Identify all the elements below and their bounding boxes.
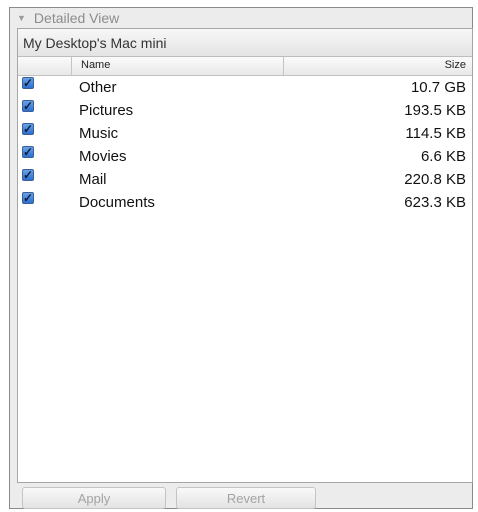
item-size: 114.5 KB bbox=[405, 125, 466, 142]
item-size: 193.5 KB bbox=[404, 102, 466, 119]
item-name: Pictures bbox=[79, 102, 134, 119]
checkbox-checked-icon[interactable]: ✓ bbox=[22, 169, 34, 181]
disclosure-label: Detailed View bbox=[33, 10, 120, 26]
item-size: 220.8 KB bbox=[404, 171, 466, 188]
checkbox-checked-icon[interactable]: ✓ bbox=[22, 146, 34, 158]
detailed-view-frame: ▼ Detailed View My Desktop's Mac mini Na… bbox=[9, 7, 473, 509]
apply-button[interactable]: Apply bbox=[22, 487, 166, 509]
checkbox-checked-icon[interactable]: ✓ bbox=[22, 123, 34, 135]
column-header-size[interactable]: Size bbox=[445, 59, 466, 71]
item-name: Other bbox=[79, 79, 117, 96]
item-name: Movies bbox=[79, 148, 127, 165]
item-list: ✓ Other 10.7 GB ✓ Pictures 193.5 KB ✓ Mu… bbox=[18, 76, 472, 214]
checkbox-checked-icon[interactable]: ✓ bbox=[22, 100, 34, 112]
item-size: 623.3 KB bbox=[404, 194, 466, 211]
panel-header: My Desktop's Mac mini bbox=[18, 29, 472, 57]
item-size: 10.7 GB bbox=[410, 79, 466, 96]
item-name: Music bbox=[79, 125, 119, 142]
items-panel: My Desktop's Mac mini Name Size ✓ Other … bbox=[17, 28, 473, 483]
panel-title: My Desktop's Mac mini bbox=[23, 34, 167, 51]
checkbox-checked-icon[interactable]: ✓ bbox=[22, 192, 34, 204]
table-row[interactable]: ✓ Mail 220.8 KB bbox=[18, 168, 472, 191]
triangle-down-icon[interactable]: ▼ bbox=[17, 13, 26, 23]
column-header-name[interactable]: Name bbox=[81, 59, 110, 71]
table-row[interactable]: ✓ Other 10.7 GB bbox=[18, 76, 472, 99]
column-separator bbox=[71, 57, 72, 75]
detailed-view-disclosure[interactable]: ▼ Detailed View bbox=[17, 9, 119, 27]
column-header-row: Name Size bbox=[18, 57, 472, 76]
table-row[interactable]: ✓ Music 114.5 KB bbox=[18, 122, 472, 145]
item-name: Mail bbox=[79, 171, 107, 188]
button-bar: Apply Revert bbox=[10, 486, 472, 510]
checkbox-checked-icon[interactable]: ✓ bbox=[22, 77, 34, 89]
revert-button[interactable]: Revert bbox=[176, 487, 316, 509]
table-row[interactable]: ✓ Movies 6.6 KB bbox=[18, 145, 472, 168]
table-row[interactable]: ✓ Pictures 193.5 KB bbox=[18, 99, 472, 122]
column-separator bbox=[283, 57, 284, 75]
table-row[interactable]: ✓ Documents 623.3 KB bbox=[18, 191, 472, 214]
item-name: Documents bbox=[79, 194, 155, 211]
item-size: 6.6 KB bbox=[420, 148, 466, 165]
